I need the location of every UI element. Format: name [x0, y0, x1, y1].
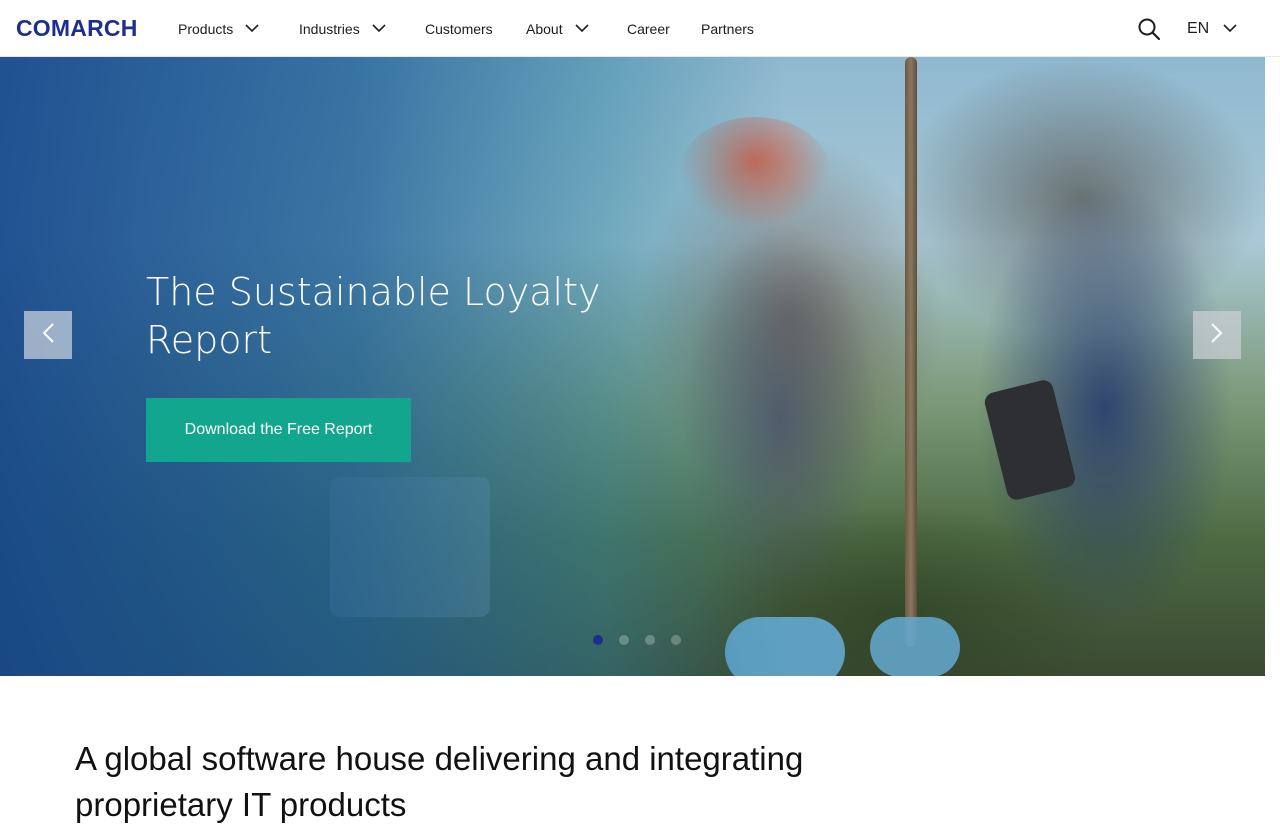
download-report-button[interactable]: Download the Free Report — [146, 398, 411, 462]
hero-carousel: The Sustainable Loyalty Report Download … — [0, 57, 1265, 676]
carousel-prev-button[interactable] — [24, 311, 72, 359]
search-icon[interactable] — [1137, 17, 1161, 41]
language-selector[interactable]: EN — [1187, 0, 1237, 57]
nav-item-label: Partners — [701, 20, 754, 37]
carousel-dot[interactable] — [593, 635, 603, 645]
chevron-down-icon — [575, 24, 589, 33]
carousel-dot[interactable] — [619, 635, 629, 645]
nav-item-label: Industries — [299, 20, 360, 37]
hero-title: The Sustainable Loyalty Report — [146, 270, 601, 362]
chevron-down-icon — [372, 24, 386, 33]
chevron-down-icon — [245, 24, 259, 33]
chevron-down-icon — [1223, 24, 1237, 33]
nav-item-label: Products — [178, 20, 234, 37]
nav-item-about[interactable]: About — [526, 0, 589, 57]
site-header: COMARCH Products Industries Customers Ab… — [0, 0, 1280, 57]
nav-item-career[interactable]: Career — [627, 0, 670, 57]
language-label: EN — [1187, 19, 1210, 37]
nav-item-customers[interactable]: Customers — [425, 0, 493, 57]
nav-item-label: Customers — [425, 20, 493, 37]
comarch-logo[interactable]: COMARCH — [16, 14, 138, 42]
chevron-left-icon — [41, 322, 55, 349]
carousel-next-button[interactable] — [1193, 311, 1241, 359]
carousel-dot[interactable] — [645, 635, 655, 645]
carousel-dot[interactable] — [671, 635, 681, 645]
nav-item-partners[interactable]: Partners — [701, 0, 754, 57]
chevron-right-icon — [1210, 322, 1224, 349]
nav-item-label: Career — [627, 20, 670, 37]
carousel-dots — [593, 635, 681, 645]
hero-overlay — [0, 57, 1265, 676]
nav-item-label: About — [526, 20, 563, 37]
intro-heading: A global software house delivering and i… — [75, 740, 804, 823]
nav-item-products[interactable]: Products — [178, 0, 259, 57]
nav-item-industries[interactable]: Industries — [299, 0, 386, 57]
